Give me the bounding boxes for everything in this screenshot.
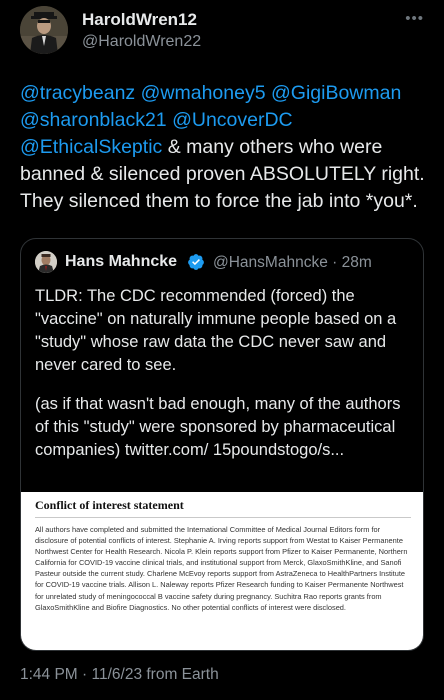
tweet-timestamp[interactable]: 1:44 PM · 11/6/23 from Earth (20, 666, 219, 684)
mention-link[interactable]: @sharonblack21 (20, 109, 167, 131)
author-avatar[interactable] (20, 6, 68, 54)
tweet-text: @tracybeanz @wmahoney5 @GigiBowman @shar… (20, 80, 432, 215)
quoted-author-avatar[interactable] (35, 251, 57, 273)
conflict-of-interest-image[interactable]: Conflict of interest statement All autho… (21, 492, 423, 650)
quoted-author-name[interactable]: Hans Mahncke (65, 253, 177, 271)
coi-text: All authors have completed and submitted… (35, 525, 408, 612)
quoted-author-handle-time[interactable]: @HansMahncke · 28m (213, 254, 372, 272)
quoted-tweet-card[interactable]: Hans Mahncke @HansMahncke · 28m TLDR: Th… (20, 238, 424, 651)
mention-link[interactable]: @wmahoney5 (141, 82, 266, 104)
verified-badge-icon (188, 254, 204, 270)
quoted-avatar-image (35, 251, 57, 273)
more-options-icon[interactable]: ••• (405, 10, 424, 27)
quoted-tweet-paragraph-2: (as if that wasn't bad enough, many of t… (35, 395, 401, 459)
avatar-image (20, 6, 68, 54)
author-name[interactable]: HaroldWren12 (82, 10, 197, 30)
mention-link[interactable]: @tracybeanz (20, 82, 135, 104)
mention-link[interactable]: @UncoverDC (172, 109, 293, 131)
mention-link[interactable]: @EthicalSkeptic (20, 136, 162, 158)
coi-title: Conflict of interest statement (35, 498, 411, 518)
quoted-tweet-paragraph-1: TLDR: The CDC recommended (forced) the "… (35, 287, 397, 374)
mention-link[interactable]: @GigiBowman (271, 82, 401, 104)
tweet-detail: HaroldWren12 @HaroldWren22 ••• @tracybea… (0, 0, 444, 700)
author-handle[interactable]: @HaroldWren22 (82, 33, 201, 51)
